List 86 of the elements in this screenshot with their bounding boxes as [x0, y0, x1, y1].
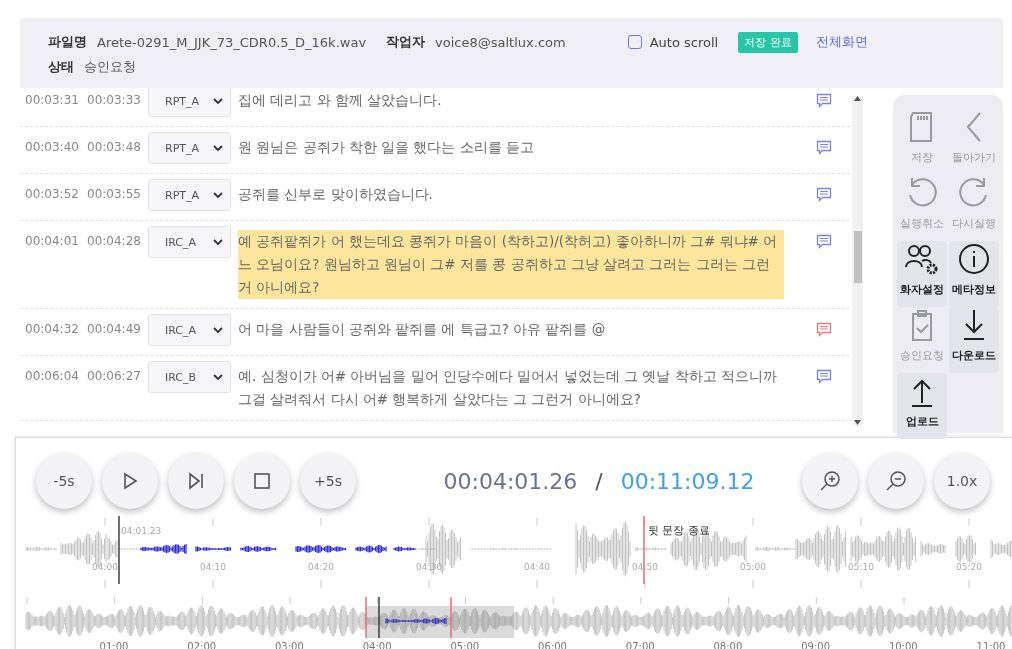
playhead-line [378, 596, 380, 639]
time-tick-label: 05:10 [848, 562, 874, 572]
chevron-down-icon [213, 326, 223, 334]
save-status-badge: 저장 완료 [738, 31, 798, 53]
next-icon [187, 472, 205, 490]
scroll-down-icon[interactable] [854, 420, 861, 425]
playhead-line [118, 515, 120, 585]
current-time: 00:04:01.26 [443, 468, 578, 494]
marker-line [365, 596, 367, 639]
speaker-select[interactable]: IRC_A [148, 226, 231, 258]
worker-email: voice8@saltlux.com [435, 34, 566, 50]
start-time: 00:03:31 [25, 93, 80, 107]
time-tick-label: 05:00 [740, 562, 766, 572]
comment-icon[interactable] [816, 234, 832, 249]
speaker-select[interactable]: RPT_A [148, 132, 231, 164]
marker-line [450, 596, 452, 639]
time-tick-label: 04:20 [308, 562, 334, 572]
transcript-text[interactable]: 예 공쥐팥쥐가 어 했는데요 콩쥐가 마음이 (착하고)/(착허고) 좋아하니까 그# 뭐냐# 어느 오님이요? 원님하고 원님이 그# 저를 콩 공쥐하고 그냥 살려고 그러는 그러는 그런 거 아니에요? [238, 230, 784, 299]
field-label: 파일명 [48, 33, 87, 51]
transcript-text[interactable]: 공쥐를 신부로 맞이하였습니다. [238, 183, 788, 206]
start-time: 00:03:52 [25, 187, 80, 201]
speaker-select[interactable]: IRC_B [148, 361, 231, 393]
speed-button[interactable]: 1.0x [934, 453, 990, 509]
time-tick-label: 04:10 [200, 562, 226, 572]
speaker-select[interactable]: RPT_A [148, 88, 231, 117]
auto-scroll-checkbox[interactable]: Auto scroll [627, 34, 719, 50]
info-icon [956, 241, 992, 277]
zoom-in-icon [819, 470, 841, 492]
end-time: 00:03:33 [87, 93, 142, 107]
comment-icon[interactable] [816, 322, 832, 337]
zoom-out-icon [885, 470, 907, 492]
cursor-time-label: 04:01.23 [121, 526, 162, 536]
time-tick-label: 04:40 [524, 562, 550, 572]
speaker-select[interactable]: IRC_A [148, 314, 231, 346]
start-time: 00:04:32 [25, 322, 80, 336]
time-tick-label: 05:20 [956, 562, 982, 572]
field-label: 작업자 [386, 33, 426, 51]
time-tick-label: 04:30 [416, 562, 442, 572]
time-tick-label: 04:00 [92, 562, 118, 572]
transcript-text[interactable]: 집에 데리고 와 함께 살았습니다. [238, 89, 788, 112]
scrollbar-thumb[interactable] [853, 231, 862, 283]
comment-icon[interactable] [816, 187, 832, 202]
tool-button[interactable]: 업로드 [897, 373, 947, 439]
transcript-text[interactable]: 예. 심청이가 어# 아버님을 밀어 인당수에다 밀어서 넣었는데 그 옛날 착하고 적으니까 그걸 살려줘서 다시 어# 행복하게 살았다는 그 그런거 아니에요? [238, 365, 788, 411]
scroll-up-icon[interactable] [854, 96, 861, 101]
field-label: 상태 [48, 58, 74, 76]
marker-label: 뒷 문장 종료 [648, 524, 710, 537]
end-time: 00:04:49 [87, 322, 142, 336]
total-time: 00:11:09.12 [620, 468, 755, 494]
end-time: 00:03:48 [87, 140, 142, 154]
tool-button[interactable]: 화자설정 [897, 241, 947, 307]
transcript-text[interactable]: 원 원님은 공쥐가 착한 일을 했다는 소리를 듣고 [238, 136, 788, 159]
comment-icon[interactable] [816, 140, 832, 155]
chevron-down-icon [213, 144, 223, 152]
chevron-down-icon [213, 97, 223, 105]
end-time: 00:04:28 [87, 234, 142, 248]
comment-icon[interactable] [816, 369, 832, 384]
time-separator: / [595, 468, 603, 494]
status-value: 승인요청 [84, 58, 136, 76]
fullscreen-link[interactable]: 전체화면 [815, 33, 868, 51]
transcript-text[interactable]: 어 마을 사람들이 공쥐와 팥쥐를 에 특급고? 아유 팥쥐를 @ [238, 318, 788, 341]
seek-button[interactable]: +5s [300, 453, 356, 509]
tool-button[interactable]: 다운로드 [949, 307, 999, 373]
play-icon [121, 472, 139, 490]
tool-button[interactable]: 메타정보 [949, 241, 999, 307]
chevron-down-icon [213, 191, 223, 199]
scrollbar[interactable] [852, 96, 863, 425]
start-time: 00:06:04 [25, 369, 80, 383]
speaker-select[interactable]: RPT_A [148, 179, 231, 211]
start-time: 00:03:40 [25, 140, 80, 154]
end-time: 00:03:55 [87, 187, 142, 201]
visible-range[interactable] [366, 606, 514, 638]
seek-button[interactable]: -5s [36, 453, 92, 509]
chevron-down-icon [213, 238, 223, 246]
zoom-out-button[interactable] [868, 453, 924, 509]
comment-icon[interactable] [816, 93, 832, 108]
marker-line [643, 515, 645, 585]
stop-icon [253, 472, 271, 490]
end-time: 00:06:27 [87, 369, 142, 383]
next-button[interactable] [168, 453, 224, 509]
zoom-in-button[interactable] [802, 453, 858, 509]
stop-button[interactable] [234, 453, 290, 509]
play-button[interactable] [102, 453, 158, 509]
chevron-down-icon [213, 373, 223, 381]
start-time: 00:04:01 [25, 234, 80, 248]
file-name: Arete-0291_M_JJK_73_CDR0.5_D_16k.wav [97, 34, 367, 50]
